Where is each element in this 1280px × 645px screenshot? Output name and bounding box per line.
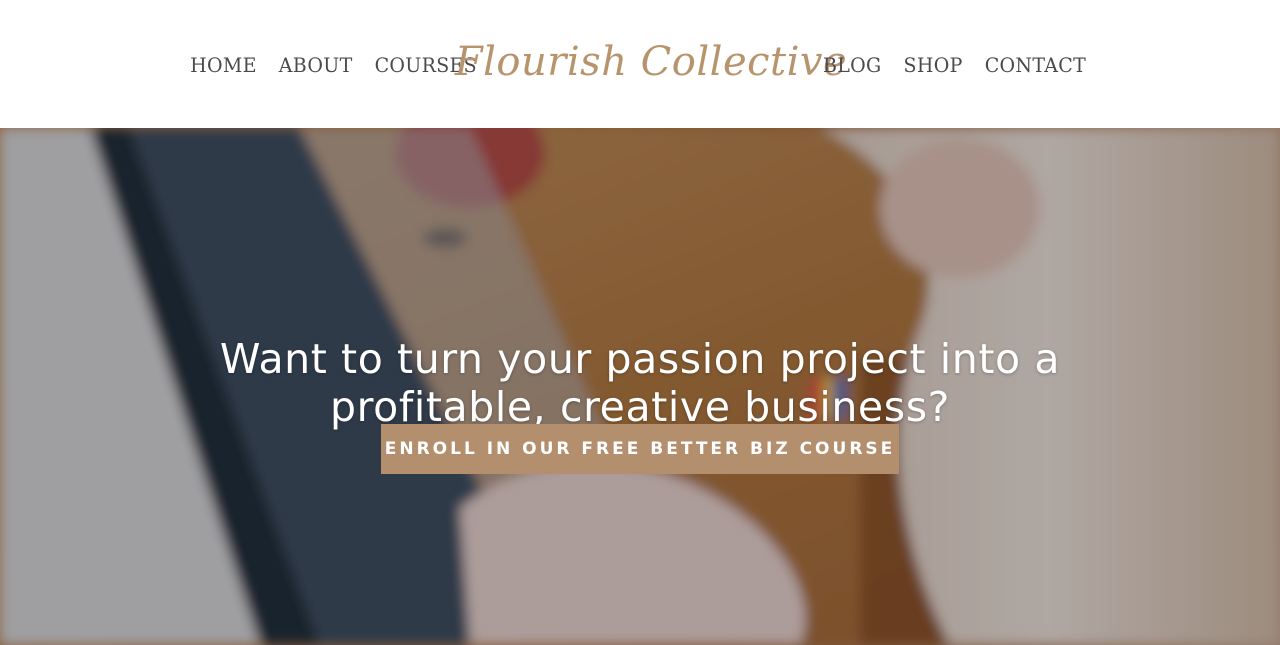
enroll-free-course-button[interactable]: ENROLL IN OUR FREE BETTER BIZ COURSE bbox=[381, 424, 899, 474]
primary-nav-left: HOME ABOUT COURSES bbox=[190, 40, 477, 92]
nav-contact-link[interactable]: CONTACT bbox=[985, 55, 1086, 77]
nav-about-link[interactable]: ABOUT bbox=[279, 55, 353, 77]
nav-home-link[interactable]: HOME bbox=[190, 55, 257, 77]
nav-shop-link[interactable]: SHOP bbox=[904, 55, 963, 77]
site-logo[interactable]: Flourish Collective bbox=[455, 30, 847, 94]
hero-headline: Want to turn your passion project into a… bbox=[219, 335, 1061, 432]
primary-nav-right: BLOG SHOP CONTACT bbox=[823, 40, 1108, 92]
nav-blog-link[interactable]: BLOG bbox=[823, 55, 882, 77]
site-header: HOME ABOUT COURSES Flourish Collective B… bbox=[0, 0, 1280, 128]
hero-section: Want to turn your passion project into a… bbox=[0, 128, 1280, 645]
logo-text: Flourish Collective bbox=[454, 39, 848, 85]
